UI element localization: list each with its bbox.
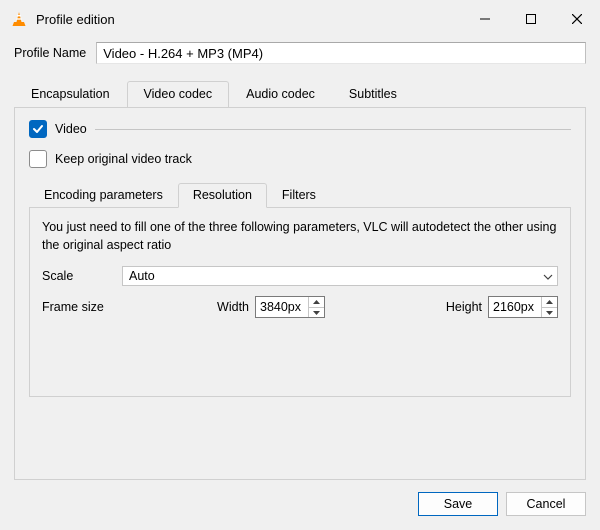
inner-tabpanel: You just need to fill one of the three f… bbox=[29, 207, 571, 397]
dialog-window: Profile edition Profile Name Encapsulati… bbox=[0, 0, 600, 530]
scale-value: Auto bbox=[129, 269, 155, 283]
frame-size-label: Frame size bbox=[42, 300, 122, 314]
scale-dropdown[interactable]: Auto bbox=[122, 266, 558, 286]
width-spin-buttons bbox=[308, 297, 324, 317]
tab-video-codec[interactable]: Video codec bbox=[127, 81, 230, 108]
inner-tab-filters[interactable]: Filters bbox=[267, 183, 331, 208]
height-label: Height bbox=[446, 300, 482, 314]
dialog-content: Profile Name Encapsulation Video codec A… bbox=[0, 38, 600, 480]
video-checkbox-row[interactable]: Video bbox=[29, 120, 87, 138]
width-step-down[interactable] bbox=[309, 308, 324, 318]
width-value: 3840px bbox=[256, 300, 308, 314]
vlc-cone-icon bbox=[10, 10, 28, 28]
video-checkbox[interactable] bbox=[29, 120, 47, 138]
minimize-button[interactable] bbox=[462, 3, 508, 35]
height-value: 2160px bbox=[489, 300, 541, 314]
profile-name-input[interactable] bbox=[96, 42, 586, 64]
separator-line bbox=[95, 129, 571, 130]
video-legend-row: Video bbox=[29, 120, 571, 138]
width-label: Width bbox=[217, 300, 249, 314]
keep-original-checkbox[interactable] bbox=[29, 150, 47, 168]
tab-encapsulation[interactable]: Encapsulation bbox=[14, 81, 127, 108]
video-checkbox-label: Video bbox=[55, 122, 87, 136]
window-controls bbox=[462, 3, 600, 35]
profile-name-label: Profile Name bbox=[14, 46, 86, 60]
cancel-button[interactable]: Cancel bbox=[506, 492, 586, 516]
check-icon bbox=[32, 123, 44, 135]
close-button[interactable] bbox=[554, 3, 600, 35]
inner-tabbar: Encoding parameters Resolution Filters bbox=[29, 182, 571, 207]
frame-size-row: Frame size Width 3840px bbox=[42, 296, 558, 318]
resolution-hint: You just need to fill one of the three f… bbox=[42, 218, 558, 254]
chevron-down-icon bbox=[543, 269, 553, 283]
scale-row: Scale Auto bbox=[42, 266, 558, 286]
keep-original-label: Keep original video track bbox=[55, 152, 192, 166]
height-spinbox[interactable]: 2160px bbox=[488, 296, 558, 318]
height-spin-buttons bbox=[541, 297, 557, 317]
maximize-button[interactable] bbox=[508, 3, 554, 35]
titlebar: Profile edition bbox=[0, 0, 600, 38]
tab-subtitles[interactable]: Subtitles bbox=[332, 81, 414, 108]
height-step-down[interactable] bbox=[542, 308, 557, 318]
scale-label: Scale bbox=[42, 269, 122, 283]
save-button[interactable]: Save bbox=[418, 492, 498, 516]
keep-original-row[interactable]: Keep original video track bbox=[29, 150, 571, 168]
height-step-up[interactable] bbox=[542, 297, 557, 308]
dialog-button-bar: Save Cancel bbox=[0, 480, 600, 530]
tab-audio-codec[interactable]: Audio codec bbox=[229, 81, 332, 108]
inner-tab-resolution[interactable]: Resolution bbox=[178, 183, 267, 208]
inner-tab-encoding[interactable]: Encoding parameters bbox=[29, 183, 178, 208]
width-spinbox[interactable]: 3840px bbox=[255, 296, 325, 318]
outer-tabbar: Encapsulation Video codec Audio codec Su… bbox=[14, 80, 586, 107]
width-step-up[interactable] bbox=[309, 297, 324, 308]
window-title: Profile edition bbox=[36, 12, 115, 27]
profile-name-row: Profile Name bbox=[14, 42, 586, 64]
outer-tabpanel: Video Keep original video track Encoding… bbox=[14, 107, 586, 480]
